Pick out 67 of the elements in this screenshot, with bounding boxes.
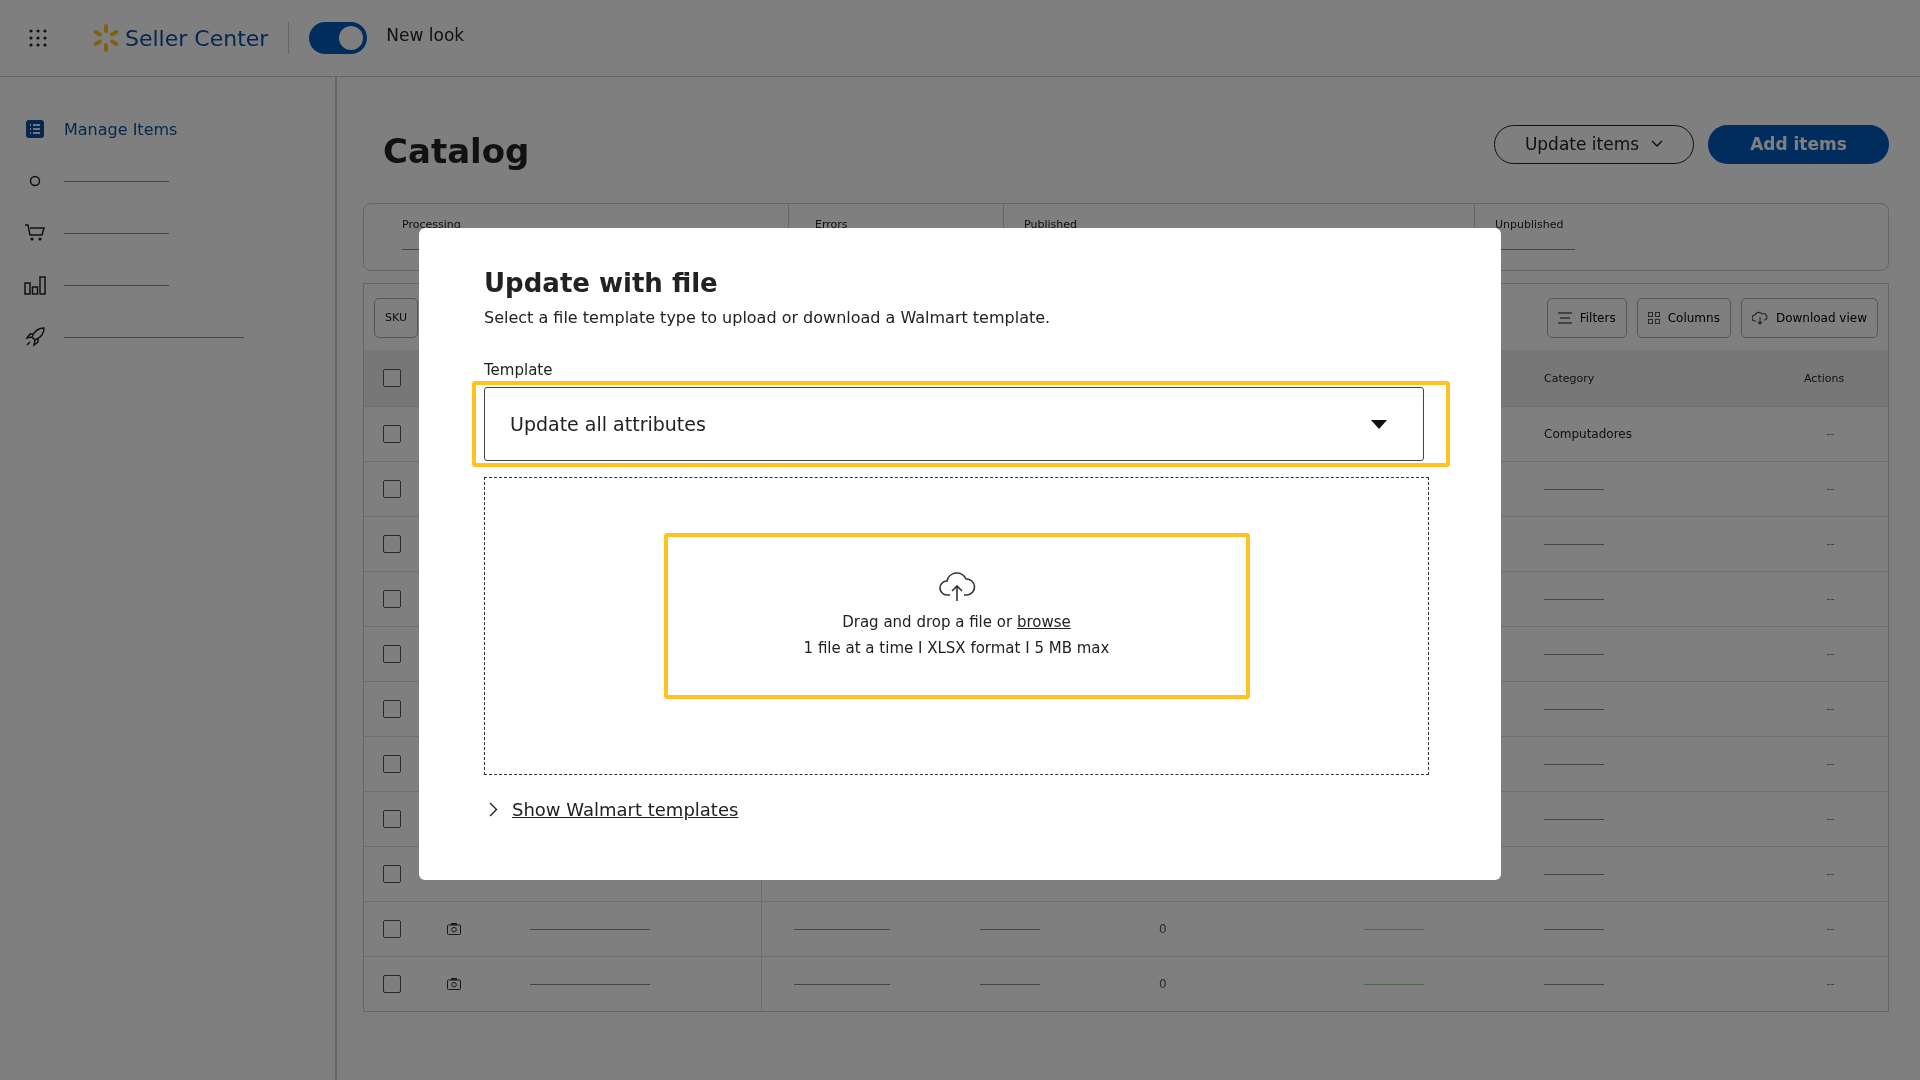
status-label[interactable]: Errors <box>815 218 1003 231</box>
spark-logo-icon <box>91 23 121 53</box>
dialog-title: Update with file <box>484 268 719 298</box>
sidebar-item[interactable]: Manage Items <box>0 103 335 155</box>
table-cell: -- <box>1826 812 1835 826</box>
column-header: Category <box>1544 371 1595 385</box>
cart-icon <box>24 223 46 243</box>
row-checkbox[interactable] <box>383 920 401 938</box>
columns-button[interactable]: Columns <box>1636 298 1731 338</box>
download-button[interactable]: Download view <box>1740 298 1878 338</box>
filter-lines-icon <box>1557 312 1572 324</box>
status-label[interactable]: Processing <box>402 218 788 231</box>
camera-icon <box>447 923 461 935</box>
chevron-icon[interactable] <box>489 802 498 817</box>
row-checkbox[interactable] <box>383 480 401 498</box>
table-cell: -- <box>1826 482 1835 496</box>
grid-icon <box>1647 312 1660 324</box>
table-cell: -- <box>1826 757 1835 771</box>
caret-down-icon <box>1371 419 1387 429</box>
update-items-dropdown[interactable]: Update items <box>1494 124 1694 164</box>
table-cell: -- <box>1826 867 1835 881</box>
drop-instruction: Drag and drop a file or <box>842 613 1013 631</box>
table-cell: Computadores <box>1544 427 1632 441</box>
toggle-switch[interactable] <box>309 22 368 54</box>
status-label[interactable]: Unpublished <box>1495 218 1888 231</box>
table-cell: -- <box>1826 427 1835 441</box>
add-items-button[interactable]: Add items <box>1708 124 1889 164</box>
row-checkbox[interactable] <box>383 700 401 718</box>
app-grid-icon[interactable] <box>29 29 47 47</box>
table-cell: -- <box>1826 592 1835 606</box>
filters-button[interactable]: Filters <box>1546 298 1627 338</box>
app-name: Seller Center <box>125 25 269 51</box>
list-icon <box>24 119 46 139</box>
browse-link[interactable]: browse <box>1016 613 1071 631</box>
field-label: Template <box>484 361 554 379</box>
cloud-download-icon <box>1751 311 1768 325</box>
table-cell: -- <box>1826 537 1835 551</box>
file-requirements: 1 file at a time I XLSX format I 5 MB max <box>803 639 1110 657</box>
dialog-subtitle: Select a file template type to upload or download a Walmart template. <box>484 308 1052 327</box>
bar-chart-icon <box>24 275 46 295</box>
table-cell: 0 <box>1159 977 1167 991</box>
row-checkbox[interactable] <box>383 865 401 883</box>
status-label[interactable]: Published <box>1024 218 1474 231</box>
rocket-icon <box>24 326 46 348</box>
table-cell: -- <box>1826 647 1835 661</box>
chevron-down-icon <box>1651 140 1664 148</box>
show-templates-link[interactable]: Show Walmart templates <box>512 799 739 820</box>
column-header: Actions <box>1804 371 1845 385</box>
template-dropdown[interactable]: Update all attributes <box>484 387 1424 461</box>
cloud-upload-icon <box>937 571 976 603</box>
table-cell: -- <box>1826 977 1835 991</box>
camera-icon <box>447 978 461 990</box>
page-title: Catalog <box>383 131 530 171</box>
row-checkbox[interactable] <box>383 535 401 553</box>
select-all-checkbox[interactable] <box>383 369 401 387</box>
row-checkbox[interactable] <box>383 590 401 608</box>
table-cell: -- <box>1826 922 1835 936</box>
table-cell: -- <box>1826 702 1835 716</box>
row-checkbox[interactable] <box>383 645 401 663</box>
table-cell: 0 <box>1159 922 1167 936</box>
drop-area[interactable]: Drag and drop a file or browse 1 file at a time I XLSX format I 5 MB max <box>484 477 1429 775</box>
search-field[interactable]: SKU <box>374 298 418 338</box>
row-checkbox[interactable] <box>383 755 401 773</box>
row-checkbox[interactable] <box>383 975 401 993</box>
row-checkbox[interactable] <box>383 810 401 828</box>
toggle-label: New look <box>386 25 465 45</box>
row-checkbox[interactable] <box>383 425 401 443</box>
